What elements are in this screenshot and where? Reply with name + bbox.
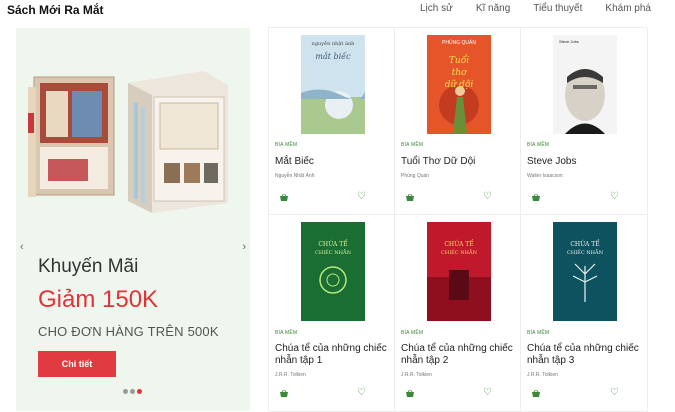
book-boxset-image <box>28 71 228 213</box>
book-author: Nguyễn Nhật Ánh <box>275 173 315 179</box>
nav-explore[interactable]: Khám phá <box>605 3 651 14</box>
book-card[interactable]: PHÙNG QUÁN Tuổi thơ dữ dội BÌA MỀM Tuổi … <box>395 28 521 215</box>
svg-text:Steve Jobs: Steve Jobs <box>559 39 579 44</box>
carousel-prev-arrow[interactable]: ‹ <box>20 241 24 253</box>
book-title[interactable]: Chúa tể của những chiếc nhẫn tập 1 <box>275 343 387 367</box>
svg-text:mắt biếc: mắt biếc <box>315 52 351 61</box>
heart-outline-icon[interactable]: ♡ <box>357 388 366 398</box>
book-category: BÌA MỀM <box>527 330 550 336</box>
section-title: Sách Mới Ra Mắt <box>7 3 104 17</box>
book-cover[interactable]: CHÚA TỂ CHIẾC NHẪN <box>427 222 491 321</box>
heart-outline-icon[interactable]: ♡ <box>610 388 619 398</box>
carousel-dot-2[interactable] <box>130 389 135 394</box>
svg-text:PHÙNG QUÁN: PHÙNG QUÁN <box>442 39 476 46</box>
shopping-basket-icon[interactable] <box>532 390 540 397</box>
svg-text:CHÚA TỂ: CHÚA TỂ <box>444 240 473 248</box>
carousel-dot-3[interactable] <box>137 389 142 394</box>
book-category: BÌA MỀM <box>527 142 550 148</box>
svg-text:CHÚA TỂ: CHÚA TỂ <box>318 240 347 248</box>
svg-text:dữ dội: dữ dội <box>445 79 474 90</box>
carousel-next-arrow[interactable]: › <box>242 241 246 253</box>
shopping-basket-icon[interactable] <box>532 194 540 201</box>
book-title[interactable]: Tuổi Thơ Dữ Dội <box>401 156 513 168</box>
book-author: J.R.R. Tolkien <box>275 372 306 378</box>
promo-banner: ‹ › Khuyến Mãi Giảm 150K CHO ĐƠN HÀNG TR… <box>16 28 250 411</box>
svg-text:nguyễn nhật ánh: nguyễn nhật ánh <box>312 39 356 47</box>
shopping-basket-icon[interactable] <box>406 194 414 201</box>
book-cover[interactable]: PHÙNG QUÁN Tuổi thơ dữ dội <box>427 35 491 134</box>
nav-history[interactable]: Lịch sử <box>420 3 453 14</box>
top-bar: Sách Mới Ra Mắt Lịch sử Kĩ năng Tiểu thu… <box>0 0 675 22</box>
book-cover[interactable]: nguyễn nhật ánh mắt biếc <box>301 35 365 134</box>
heart-outline-icon[interactable]: ♡ <box>357 192 366 202</box>
book-card[interactable]: nguyễn nhật ánh mắt biếc BÌA MỀM Mắt Biế… <box>269 28 395 215</box>
book-author: J.R.R. Tolkien <box>401 372 432 378</box>
book-title[interactable]: Chúa tể của những chiếc nhẫn tập 2 <box>401 343 513 367</box>
book-card[interactable]: CHÚA TỂ CHIẾC NHẪN BÌA MỀM Chúa tể của n… <box>521 215 648 412</box>
book-category: BÌA MỀM <box>401 142 424 148</box>
heart-outline-icon[interactable]: ♡ <box>483 192 492 202</box>
shopping-basket-icon[interactable] <box>406 390 414 397</box>
book-cover[interactable]: CHÚA TỂ CHIẾC NHẪN <box>553 222 617 321</box>
book-card[interactable]: Steve Jobs BÌA MỀM Steve Jobs Walter Isa… <box>521 28 648 215</box>
svg-text:CHÚA TỂ: CHÚA TỂ <box>570 240 599 248</box>
details-button[interactable]: Chi tiết <box>38 351 116 377</box>
book-author: J.R.R. Tolkien <box>527 372 558 378</box>
book-category: BÌA MỀM <box>275 142 298 148</box>
book-title[interactable]: Chúa tể của những chiếc nhẫn tập 3 <box>527 343 639 367</box>
book-cover[interactable]: Steve Jobs <box>553 35 617 134</box>
heart-outline-icon[interactable]: ♡ <box>610 192 619 202</box>
promo-heading: Khuyến Mãi <box>38 256 139 277</box>
promo-discount: Giảm 150K <box>38 286 159 313</box>
shopping-basket-icon[interactable] <box>280 390 288 397</box>
book-card[interactable]: CHÚA TỂ CHIẾC NHẪN BÌA MỀM Chúa tể của n… <box>395 215 521 412</box>
carousel-dots <box>123 389 142 394</box>
book-grid: nguyễn nhật ánh mắt biếc BÌA MỀM Mắt Biế… <box>268 27 648 412</box>
book-title[interactable]: Steve Jobs <box>527 156 639 168</box>
carousel-dot-1[interactable] <box>123 389 128 394</box>
nav-novels[interactable]: Tiểu thuyết <box>533 3 582 14</box>
book-cover[interactable]: CHÚA TỂ CHIẾC NHẪN <box>301 222 365 321</box>
heart-outline-icon[interactable]: ♡ <box>483 388 492 398</box>
book-card[interactable]: CHÚA TỂ CHIẾC NHẪN BÌA MỀM Chúa tể của n… <box>269 215 395 412</box>
category-nav: Lịch sử Kĩ năng Tiểu thuyết Khám phá <box>420 3 651 14</box>
svg-text:Tuổi: Tuổi <box>449 54 469 66</box>
promo-subtitle: CHO ĐƠN HÀNG TRÊN 500K <box>38 324 219 339</box>
book-category: BÌA MỀM <box>275 330 298 336</box>
book-author: Phùng Quán <box>401 173 430 179</box>
nav-skills[interactable]: Kĩ năng <box>476 3 510 14</box>
book-category: BÌA MỀM <box>401 330 424 336</box>
book-title[interactable]: Mắt Biếc <box>275 156 387 168</box>
book-author: Walter Isaacson <box>527 173 563 179</box>
shopping-basket-icon[interactable] <box>280 194 288 201</box>
svg-text:thơ: thơ <box>452 68 468 78</box>
